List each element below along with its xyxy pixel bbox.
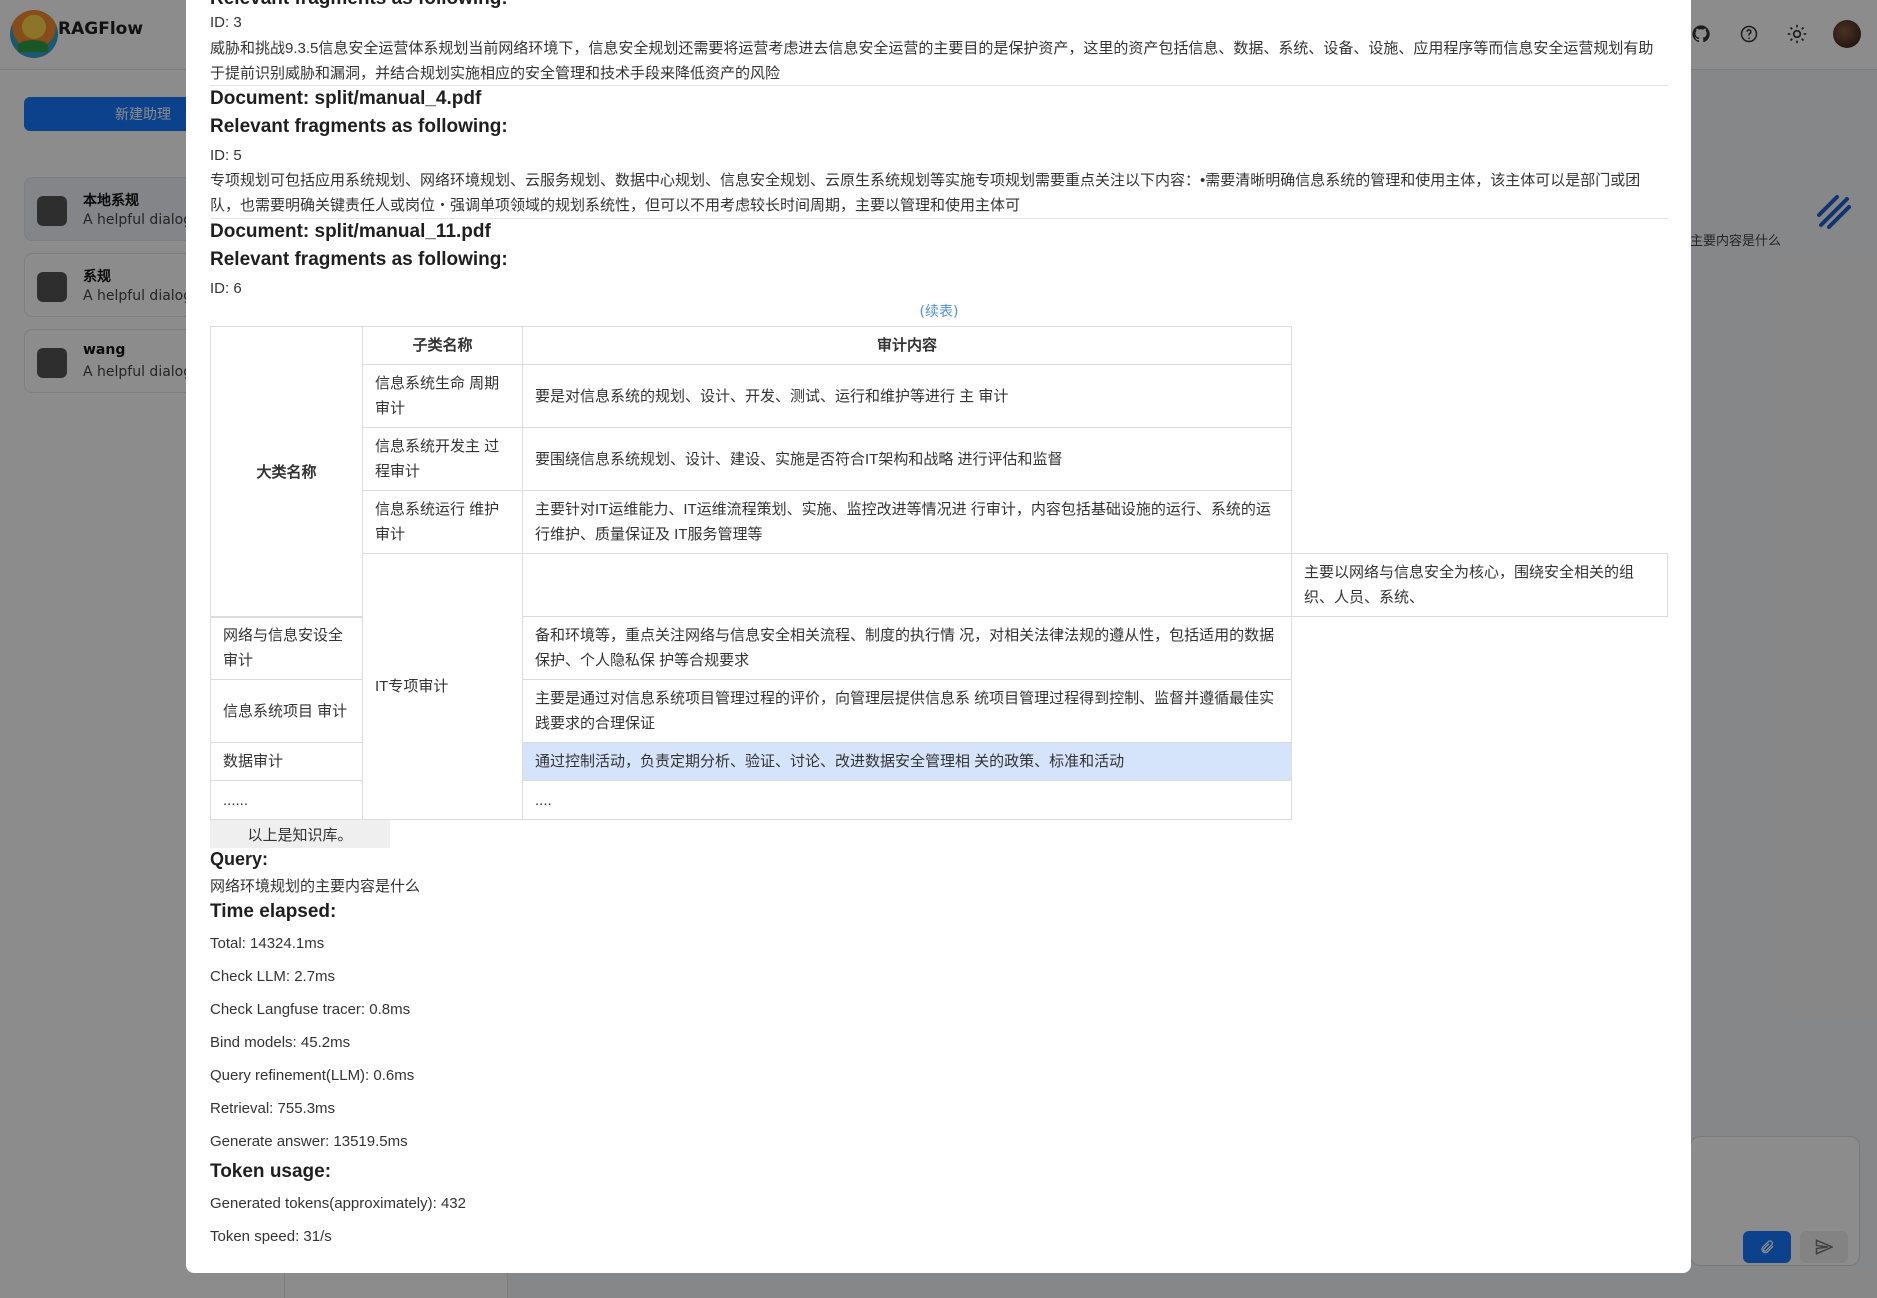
divider (210, 218, 1668, 219)
fragment-text: 专项规划可包括应用系统规划、网络环境规划、云服务规划、数据中心规划、信息安全规划… (210, 172, 1641, 214)
fragment-id: ID: 3 (210, 14, 242, 31)
token-item: Generated tokens(approximately): 432 (210, 1195, 466, 1212)
divider (210, 85, 1668, 86)
table-cell-sub: 信息系统开发主 过程审计 (362, 427, 523, 491)
table-cell-empty (522, 553, 1292, 617)
timing-item: Query refinement(LLM): 0.6ms (210, 1067, 415, 1084)
document-title: Document: split/manual_11.pdf (210, 221, 491, 242)
token-item: Token speed: 31/s (210, 1228, 332, 1245)
timing-item: Generate answer: 13519.5ms (210, 1133, 408, 1150)
query-label: Query: (210, 849, 269, 869)
table-cell-content: 要是对信息系统的规划、设计、开发、测试、运行和维护等进行 主 审计 (522, 364, 1292, 428)
token-usage-label: Token usage: (210, 1161, 332, 1182)
table-header-big: 大类名称 (210, 326, 363, 618)
table-cell-it-special: IT专项审计 (362, 553, 523, 820)
continued-label: (续表) (919, 304, 959, 320)
table-cell-content: 要围绕信息系统规划、设计、建设、实施是否符合IT架构和战略 进行评估和监督 (522, 427, 1292, 491)
table-cell-big: 数据审计 (210, 742, 363, 781)
table-cell-content: 主要针对IT运维能力、IT运维流程策划、实施、监控改进等情况进 行审计，内容包括… (522, 490, 1292, 554)
table-cell-big: ...... (210, 780, 363, 820)
fragments-heading: Relevant fragments as following: (210, 116, 508, 137)
table-cell-big: 信息系统项目 审计 (210, 679, 363, 743)
table-cell-sub: 信息系统生命 周期审计 (362, 364, 523, 428)
table-cell-content-highlighted: 通过控制活动，负责定期分析、验证、讨论、改进数据安全管理相 关的政策、标准和活动 (522, 742, 1292, 781)
table-cell-big: 网络与信息安设全审计 (210, 616, 363, 680)
table-header-audit: 审计内容 (522, 326, 1292, 365)
fragments-heading: Relevant fragments as following: (210, 0, 508, 10)
table-cell-content: 主要是通过对信息系统项目管理过程的评价，向管理层提供信息系 统项目管理过程得到控… (522, 679, 1292, 743)
timing-item: Check Langfuse tracer: 0.8ms (210, 1001, 411, 1018)
table-cell-sub: 信息系统运行 维护审计 (362, 490, 523, 554)
timing-item: Total: 14324.1ms (210, 935, 325, 952)
fragments-heading: Relevant fragments as following: (210, 249, 508, 270)
timing-item: Retrieval: 755.3ms (210, 1100, 336, 1117)
table-cell-extra: 主要以网络与信息安全为核心，围绕安全相关的组织、人员、系统、 (1291, 553, 1668, 617)
query-text: 网络环境规划的主要内容是什么 (210, 878, 421, 895)
timing-item: Bind models: 45.2ms (210, 1034, 351, 1051)
fragment-text: 威胁和挑战9.3.5信息安全运营体系规划当前网络环境下，信息安全规划还需要将运营… (210, 40, 1654, 82)
time-elapsed-label: Time elapsed: (210, 901, 337, 922)
fragment-id: ID: 6 (210, 280, 242, 297)
fragment-id: ID: 5 (210, 147, 242, 164)
table-header-sub: 子类名称 (362, 326, 523, 365)
prompt-detail-modal: Relevant fragments as following: ID: 3 威… (186, 0, 1691, 1273)
document-title: Document: split/manual_4.pdf (210, 88, 482, 109)
table-cell-content: 备和环境等，重点关注网络与信息安全相关流程、制度的执行情 况，对相关法律法规的遵… (522, 616, 1292, 680)
table-cell-content: .... (522, 780, 1292, 820)
timing-item: Check LLM: 2.7ms (210, 968, 336, 985)
knowledge-base-end: 以上是知识库。 (210, 820, 390, 848)
